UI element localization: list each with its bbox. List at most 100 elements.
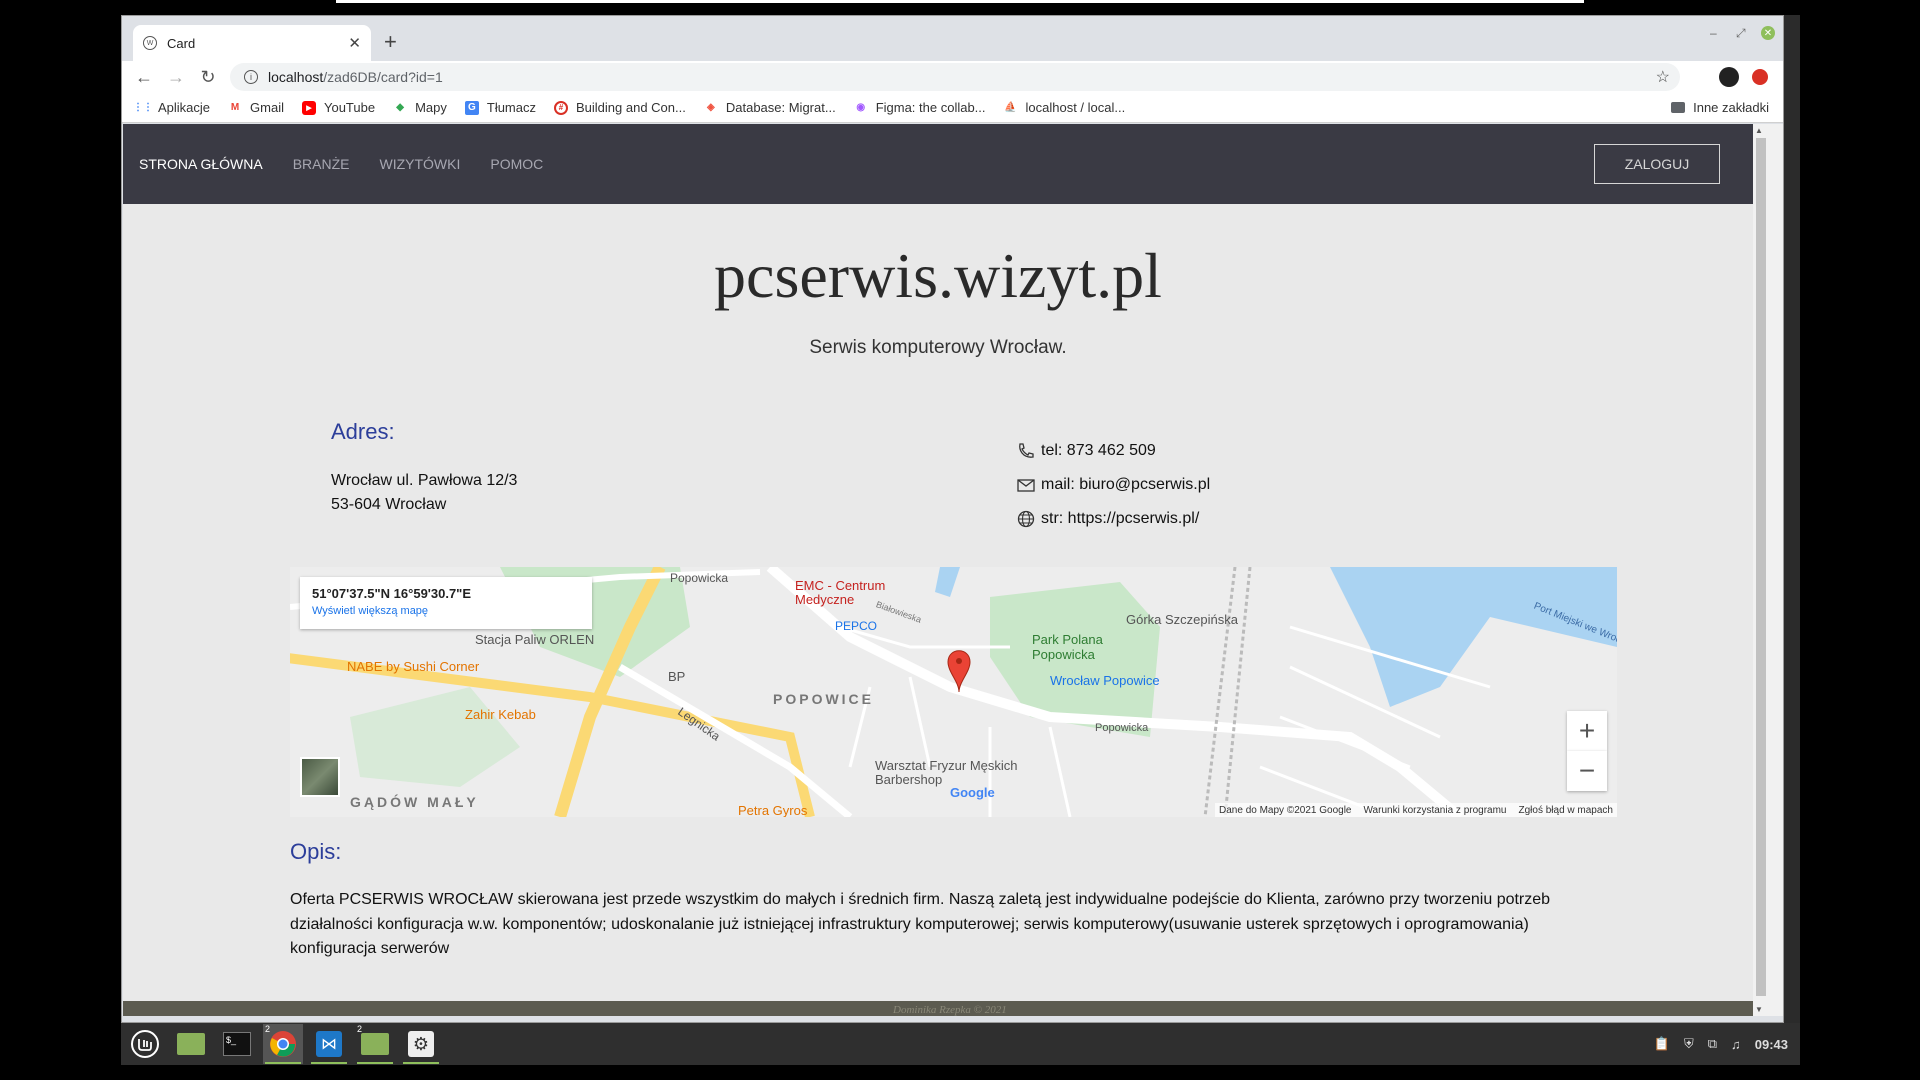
gmail-icon: M: [230, 102, 240, 113]
phpmyadmin-icon: ⛵: [1004, 102, 1017, 113]
phone-row: tel: 873 462 509: [1016, 434, 1210, 468]
zoom-in-button[interactable]: +: [1567, 711, 1607, 751]
url-host: localhost: [268, 69, 324, 85]
profile-icon[interactable]: [1719, 67, 1739, 87]
vscode-icon[interactable]: ⋈: [309, 1024, 349, 1064]
map-label: Zahir Kebab: [465, 707, 536, 722]
settings-gear-icon[interactable]: ⚙: [401, 1024, 441, 1064]
globe-icon: [1017, 510, 1035, 528]
map-label: EMC - Centrum Medyczne: [795, 578, 886, 607]
url-path: /zad6DB/card?id=1: [323, 69, 443, 85]
bookmark-figma[interactable]: ◉ Figma: the collab...: [854, 100, 985, 115]
description-text: Oferta PCSERWIS WROCŁAW skierowana jest …: [290, 891, 1551, 957]
clock[interactable]: 09:43: [1755, 1037, 1788, 1052]
reload-icon[interactable]: ↻: [192, 67, 224, 88]
mail-text: mail: biuro@pcserwis.pl: [1041, 476, 1211, 493]
map-info-card: 51°07'37.5"N 16°59'30.7"E Wyświetl więks…: [300, 577, 592, 629]
scroll-down-icon[interactable]: ▼: [1755, 1005, 1763, 1014]
bookmark-building[interactable]: # Building and Con...: [554, 100, 686, 115]
bookmark-star-icon[interactable]: ☆: [1656, 67, 1670, 87]
map-label: PEPCO: [835, 619, 878, 633]
bookmark-database[interactable]: ◈ Database: Migrat...: [704, 100, 836, 115]
mail-row: mail: biuro@pcserwis.pl: [1016, 468, 1210, 502]
extension-icon[interactable]: [1752, 69, 1768, 85]
page-content: STRONA GŁÓWNA BRANŻE WIZYTÓWKI POMOC ZAL…: [123, 124, 1753, 1016]
google-map[interactable]: Popowicka EMC - Centrum Medyczne PEPCO G…: [290, 567, 1617, 817]
map-label: Wrocław Popowice: [1050, 673, 1160, 688]
map-label: Popowicka: [1095, 722, 1149, 734]
mail-icon: [1017, 479, 1035, 492]
www-text: str: https://pcserwis.pl/: [1041, 510, 1200, 527]
bigger-map-link[interactable]: Wyświetl większą mapę: [312, 605, 580, 617]
address-line-1: Wrocław ul. Pawłowa 12/3: [331, 472, 518, 489]
bookmark-tlumacz[interactable]: G Tłumacz: [464, 100, 536, 115]
site-info-icon[interactable]: i: [244, 70, 258, 84]
map-label: NABE by Sushi Corner: [347, 659, 480, 674]
apps-grid-icon: ⋮⋮: [133, 102, 153, 113]
map-label: Park Polana Popowicka: [1032, 632, 1103, 662]
nav-branze[interactable]: BRANŻE: [293, 156, 350, 172]
page-subtitle: Serwis komputerowy Wrocław.: [809, 337, 1067, 358]
map-label: Petra Gyros: [738, 803, 808, 817]
phone-text: tel: 873 462 509: [1041, 442, 1156, 459]
map-label: Warsztat Fryzur Męskich Barbershop: [875, 758, 1018, 787]
chrome-taskbar-icon[interactable]: 2: [263, 1024, 303, 1064]
terminal-icon[interactable]: $_: [217, 1024, 257, 1064]
files-window-icon[interactable]: 2: [355, 1024, 395, 1064]
login-button[interactable]: ZALOGUJ: [1594, 144, 1720, 184]
folder-icon: [1671, 102, 1686, 113]
system-tray: 📋 ⛨ ⧉ ♫ 09:43: [1654, 1036, 1788, 1052]
www-row: str: https://pcserwis.pl/: [1016, 502, 1210, 536]
figma-icon: ◉: [856, 102, 866, 113]
minimize-icon[interactable]: –: [1710, 26, 1717, 40]
bookmarks-bar: ⋮⋮ Aplikacje M Gmail ▶ YouTube ◆ Mapy G Tłuma…: [122, 93, 1783, 123]
bookmark-gmail[interactable]: M Gmail: [228, 100, 284, 115]
clipboard-icon[interactable]: 📋: [1654, 1036, 1670, 1052]
nav-wizytowki[interactable]: WIZYTÓWKI: [379, 156, 460, 172]
nav-pomoc[interactable]: POMOC: [490, 156, 543, 172]
address-block: Wrocław ul. Pawłowa 12/3 53-604 Wrocław: [331, 469, 517, 517]
address-line-2: 53-604 Wrocław: [331, 496, 447, 513]
new-tab-icon[interactable]: +: [384, 29, 397, 55]
address-bar[interactable]: i localhost/zad6DB/card?id=1 ☆: [230, 63, 1680, 91]
bookmark-localhost[interactable]: ⛵ localhost / local...: [1004, 100, 1125, 115]
google-logo: Google: [950, 785, 995, 800]
map-data-credit: Dane do Mapy ©2021 Google: [1219, 804, 1352, 816]
map-coordinates: 51°07'37.5"N 16°59'30.7"E: [312, 586, 472, 601]
tab-card[interactable]: W Card ✕: [133, 25, 371, 61]
maps-icon: ◆: [396, 102, 404, 113]
shield-icon[interactable]: ⛨: [1684, 1036, 1694, 1052]
other-bookmarks[interactable]: Inne zakładki: [1671, 100, 1769, 115]
nav-home[interactable]: STRONA GŁÓWNA: [139, 156, 263, 172]
files-icon[interactable]: [171, 1024, 211, 1064]
mint-menu-icon[interactable]: [125, 1024, 165, 1064]
map-label: GĄDÓW MAŁY: [350, 794, 479, 810]
page-title: pcserwis.wizyt.pl: [714, 240, 1162, 311]
maximize-icon[interactable]: ⤢: [1736, 26, 1746, 41]
building-icon: #: [554, 100, 568, 115]
zoom-out-button[interactable]: −: [1567, 751, 1607, 791]
back-icon[interactable]: ←: [128, 67, 160, 88]
tab-favicon-icon: W: [143, 36, 157, 50]
scroll-up-icon[interactable]: ▲: [1755, 126, 1763, 135]
window-close-icon[interactable]: ✕: [1761, 26, 1775, 40]
tab-close-icon[interactable]: ✕: [348, 34, 361, 52]
scrollbar-thumb[interactable]: [1756, 138, 1766, 996]
youtube-icon: ▶: [301, 100, 316, 115]
satellite-toggle[interactable]: [300, 757, 340, 797]
bookmark-mapy[interactable]: ◆ Mapy: [393, 100, 447, 115]
forward-icon[interactable]: →: [160, 67, 192, 88]
bookmark-aplikacje[interactable]: ⋮⋮ Aplikacje: [133, 100, 210, 115]
site-footer: Dominika Rzepka © 2021: [123, 1001, 1753, 1016]
description-heading: Opis:: [290, 839, 342, 864]
map-label: BP: [668, 669, 686, 684]
map-terms-link[interactable]: Warunki korzystania z programu: [1363, 805, 1506, 816]
bookmark-youtube[interactable]: ▶ YouTube: [301, 100, 375, 115]
laravel-icon: ◈: [707, 102, 715, 113]
map-report-link[interactable]: Zgłoś błąd w mapach: [1519, 805, 1614, 816]
phone-icon: [1019, 443, 1034, 458]
page-scrollbar[interactable]: ▲ ▼: [1753, 124, 1783, 1016]
sound-icon[interactable]: ♫: [1731, 1037, 1741, 1052]
contact-block: tel: 873 462 509 mail: biuro@pcserwis.pl…: [1016, 434, 1210, 536]
network-icon[interactable]: ⧉: [1708, 1036, 1717, 1052]
